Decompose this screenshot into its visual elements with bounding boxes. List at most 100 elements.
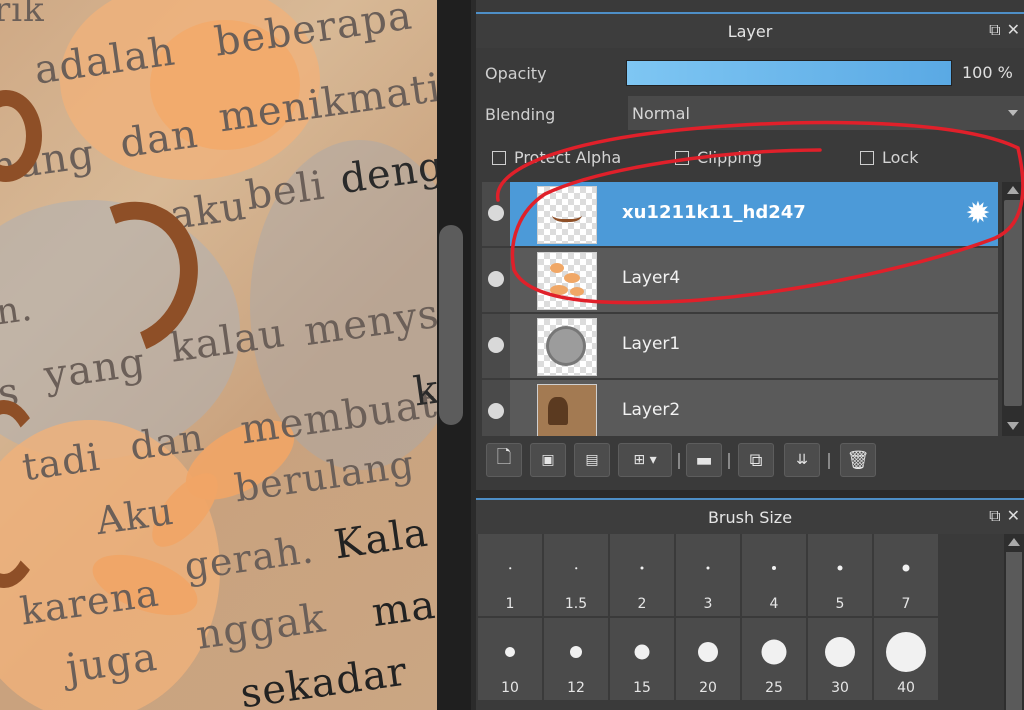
brush-size-grid: 1 1.5 2 3 4 5 7 10 12 15 20 25 30 40 <box>476 534 942 710</box>
brush-size-label: 1.5 <box>564 596 588 612</box>
layers-list: xu1211k11_hd247 ✹ Layer4 Layer1 Layer2 <box>482 182 998 436</box>
layer-thumbnail <box>537 252 597 310</box>
gear-icon[interactable]: ✹ <box>962 198 994 230</box>
thumbnail-art <box>550 263 564 273</box>
brush-size-option[interactable]: 1.5 <box>544 534 608 616</box>
drawing-canvas[interactable]: rik adalah beberapa hang dan menikmati a… <box>0 0 437 710</box>
layers-scrollbar[interactable] <box>1002 182 1024 436</box>
popout-icon[interactable]: ⧉ <box>989 506 1000 526</box>
duplicate-layer-button[interactable]: ⧉ <box>738 443 774 477</box>
close-icon[interactable]: ✕ <box>1007 20 1020 40</box>
brush-size-label: 7 <box>901 596 911 612</box>
brush-size-dot <box>761 639 787 665</box>
brush-size-option[interactable]: 30 <box>808 618 872 700</box>
brush-size-label: 12 <box>567 680 585 696</box>
layer-panel-header: Layer ⧉ ✕ <box>476 12 1024 48</box>
scroll-up-icon[interactable] <box>1007 186 1019 194</box>
new-1bit-layer-icon: ▤ <box>585 452 599 468</box>
brush-size-label: 5 <box>835 596 845 612</box>
brush-size-panel: Brush Size ⧉ ✕ 1 1.5 2 3 4 5 7 10 12 15 20 25 30 40 <box>476 498 1024 710</box>
visibility-toggle-icon[interactable] <box>488 337 504 353</box>
brush-size-dot <box>825 637 855 667</box>
layer-panel: Layer ⧉ ✕ Opacity 100 % Blending Normal … <box>476 0 1024 490</box>
layer-thumbnail <box>537 186 597 244</box>
brush-size-dot <box>698 642 718 662</box>
layer-name: Layer4 <box>622 268 681 288</box>
canvas-text: Kala <box>331 509 432 569</box>
merge-layer-button[interactable]: ⇊ <box>784 443 820 477</box>
layer-panel-title: Layer <box>727 21 773 41</box>
brush-size-label: 15 <box>633 680 651 696</box>
brush-size-dot <box>570 646 582 658</box>
brush-size-option[interactable]: 20 <box>676 618 740 700</box>
brush-size-dot <box>886 632 926 672</box>
canvas-text: ma <box>369 581 437 637</box>
canvas-text: sekadar <box>237 648 411 710</box>
duplicate-layer-icon: ⧉ <box>749 449 763 471</box>
opacity-value: 100 % <box>962 63 1013 82</box>
brush-size-dot <box>902 564 910 572</box>
new-halftone-layer-icon: ▣ <box>541 452 555 468</box>
layer-row[interactable]: Layer1 <box>482 314 998 380</box>
brush-scrollbar-thumb[interactable] <box>1006 552 1022 710</box>
scroll-down-icon[interactable] <box>1007 422 1019 430</box>
thumbnail-art <box>564 273 580 283</box>
brush-size-label: 4 <box>769 596 779 612</box>
visibility-toggle-icon[interactable] <box>488 403 504 419</box>
new-layer-icon: 🗋 <box>496 447 512 468</box>
delete-layer-button[interactable]: 🗑 <box>840 443 876 477</box>
canvas-text: n. <box>0 287 36 334</box>
checkbox-label: Protect Alpha <box>514 148 622 167</box>
brush-size-label: 2 <box>637 596 647 612</box>
visibility-toggle-icon[interactable] <box>488 205 504 221</box>
layer-row[interactable]: Layer4 <box>482 248 998 314</box>
brush-size-option[interactable]: 7 <box>874 534 938 616</box>
brush-size-option[interactable]: 10 <box>478 618 542 700</box>
brush-size-option[interactable]: 3 <box>676 534 740 616</box>
brush-size-label: 10 <box>501 680 519 696</box>
layer-name: Layer1 <box>622 334 681 354</box>
layers-scrollbar-thumb[interactable] <box>1004 200 1022 406</box>
brush-size-option[interactable]: 2 <box>610 534 674 616</box>
close-icon[interactable]: ✕ <box>1007 506 1020 526</box>
brush-size-label: 30 <box>831 680 849 696</box>
layer-row[interactable]: xu1211k11_hd247 ✹ <box>482 182 998 248</box>
blending-select[interactable]: Normal <box>628 96 1024 130</box>
brush-size-option[interactable]: 12 <box>544 618 608 700</box>
folder-icon: ▬ <box>695 449 713 471</box>
brush-size-option[interactable]: 1 <box>478 534 542 616</box>
thumbnail-art <box>552 205 582 222</box>
brush-size-option[interactable]: 4 <box>742 534 806 616</box>
blending-label: Blending <box>485 105 556 124</box>
brush-size-dot <box>505 647 515 657</box>
visibility-toggle-icon[interactable] <box>488 271 504 287</box>
brush-size-dot <box>634 644 650 660</box>
new-folder-button[interactable]: ▬ <box>686 443 722 477</box>
clipping-checkbox[interactable]: Clipping <box>675 148 762 167</box>
brush-size-option[interactable]: 15 <box>610 618 674 700</box>
brush-size-label: 25 <box>765 680 783 696</box>
brush-scrollbar[interactable] <box>1004 534 1024 710</box>
thumbnail-art <box>548 397 568 425</box>
delete-layer-icon: 🗑 <box>846 449 870 471</box>
add-layer-menu-button[interactable]: ⊞ ▾ <box>618 443 672 477</box>
brush-size-option[interactable]: 40 <box>874 618 938 700</box>
new-halftone-layer-button[interactable]: ▣ <box>530 443 566 477</box>
brush-size-option[interactable]: 25 <box>742 618 806 700</box>
popout-icon[interactable]: ⧉ <box>989 20 1000 40</box>
scroll-up-icon[interactable] <box>1008 538 1020 546</box>
canvas-scrollbar[interactable] <box>439 225 463 425</box>
toolbar-separator <box>828 453 830 469</box>
brush-size-option[interactable]: 5 <box>808 534 872 616</box>
layer-row[interactable]: Layer2 <box>482 380 998 436</box>
new-layer-button[interactable]: 🗋 <box>486 443 522 477</box>
chevron-down-icon <box>1008 110 1018 116</box>
protect-alpha-checkbox[interactable]: Protect Alpha <box>492 148 621 167</box>
new-1bit-layer-button[interactable]: ▤ <box>574 443 610 477</box>
brush-size-label: 40 <box>897 680 915 696</box>
checkbox-label: Lock <box>882 148 919 167</box>
layer-name: xu1211k11_hd247 <box>622 202 806 223</box>
lock-checkbox[interactable]: Lock <box>860 148 918 167</box>
opacity-slider[interactable] <box>626 60 952 86</box>
toolbar-separator <box>728 453 730 469</box>
